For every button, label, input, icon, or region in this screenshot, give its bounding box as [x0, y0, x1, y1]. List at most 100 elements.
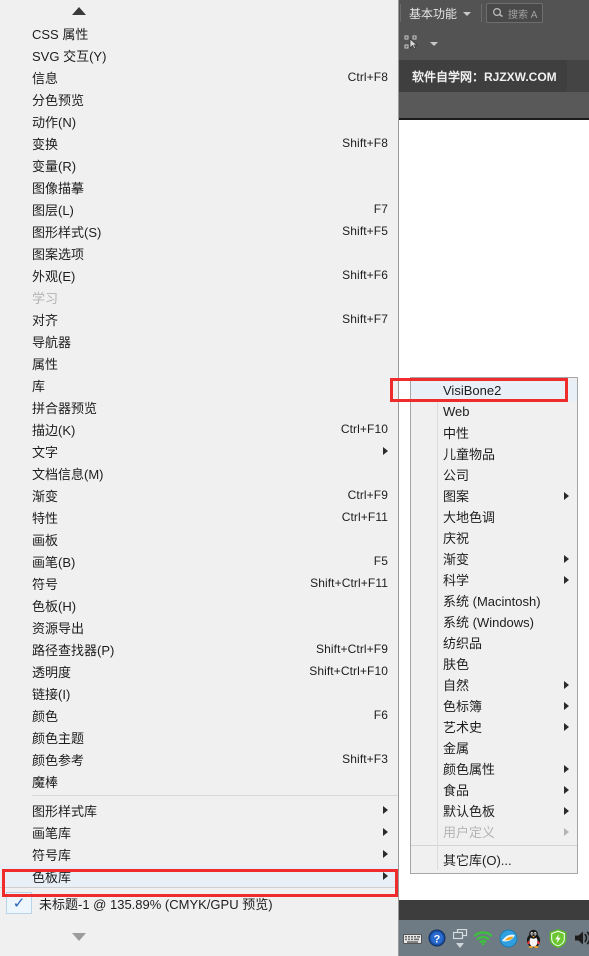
menu-item-shortcut: Ctrl+F8 [347, 70, 388, 84]
menu-item-transparency[interactable]: 透明度 Shift+Ctrl+F10 [0, 660, 398, 682]
submenu-item-patterns[interactable]: 图案 [411, 485, 577, 506]
menu-scroll-up-button[interactable] [0, 0, 398, 23]
submenu-item-system-windows[interactable]: 系统 (Windows) [411, 611, 577, 632]
search-input[interactable]: 搜索 A [486, 3, 544, 23]
submenu-item-foods[interactable]: 食品 [411, 779, 577, 800]
menu-item-stroke[interactable]: 描边(K) Ctrl+F10 [0, 418, 398, 440]
submenu-item-nature[interactable]: 自然 [411, 674, 577, 695]
menu-item-artboards[interactable]: 画板 [0, 528, 398, 550]
menu-item-svg-interactivity[interactable]: SVG 交互(Y) [0, 44, 398, 66]
submenu-item-label: 庆祝 [443, 531, 470, 546]
menu-item-appearance[interactable]: 外观(E) Shift+F6 [0, 264, 398, 286]
submenu-item-system-macintosh[interactable]: 系统 (Macintosh) [411, 590, 577, 611]
menu-item-pattern-options[interactable]: 图案选项 [0, 242, 398, 264]
submenu-item-color-properties[interactable]: 颜色属性 [411, 758, 577, 779]
submenu-item-metal[interactable]: 金属 [411, 737, 577, 758]
submenu-item-label: 渐变 [443, 552, 470, 567]
menu-item-separation-preview[interactable]: 分色预览 [0, 88, 398, 110]
submenu-item-gradients[interactable]: 渐变 [411, 548, 577, 569]
submenu-item-kids-stuff[interactable]: 儿童物品 [411, 443, 577, 464]
wifi-icon[interactable] [473, 927, 493, 949]
selection-tool-icon[interactable] [404, 35, 422, 51]
submenu-arrow-icon [564, 806, 569, 815]
menu-item-asset-export[interactable]: 资源导出 [0, 616, 398, 638]
menu-item-swatches[interactable]: 色板(H) [0, 594, 398, 616]
menu-item-graphic-styles[interactable]: 图形样式(S) Shift+F5 [0, 220, 398, 242]
menu-item-label: 图案选项 [32, 246, 85, 262]
menu-item-label: 对齐 [32, 312, 59, 328]
menu-item-pathfinder[interactable]: 路径查找器(P) Shift+Ctrl+F9 [0, 638, 398, 660]
document-tab[interactable]: 软件自学网：RJZXW.COM [398, 60, 567, 92]
document-tab-label: 软件自学网：RJZXW.COM [412, 69, 557, 84]
menu-item-brush-libraries[interactable]: 画笔库 [0, 821, 398, 843]
workspace-switcher[interactable]: 基本功能 [401, 0, 479, 26]
menu-item-links[interactable]: 链接(I) [0, 682, 398, 704]
submenu-item-label: 用户定义 [443, 825, 496, 840]
menu-item-label: 画笔(B) [32, 554, 76, 570]
menu-item-color[interactable]: 颜色 F6 [0, 704, 398, 726]
submenu-arrow-icon [383, 806, 388, 814]
chevron-down-icon[interactable] [430, 42, 438, 46]
submenu-item-label: 公司 [443, 468, 470, 483]
security-shield-icon[interactable] [548, 927, 568, 949]
menu-item-image-trace[interactable]: 图像描摹 [0, 176, 398, 198]
submenu-item-label: 肤色 [443, 657, 470, 672]
submenu-item-label: 儿童物品 [443, 447, 496, 462]
menu-item-flattener-preview[interactable]: 拼合器预览 [0, 396, 398, 418]
submenu-arrow-icon [564, 764, 569, 773]
menu-item-label: 变量(R) [32, 158, 77, 174]
submenu-arrow-icon [383, 828, 388, 836]
menu-item-symbol-libraries[interactable]: 符号库 [0, 843, 398, 865]
submenu-arrow-icon [383, 872, 388, 880]
qq-penguin-icon[interactable] [523, 927, 543, 949]
submenu-item-art-history[interactable]: 艺术史 [411, 716, 577, 737]
menu-scroll-down-button[interactable] [0, 926, 398, 948]
menu-item-color-themes[interactable]: 颜色主题 [0, 726, 398, 748]
menu-item-open-document[interactable]: ✓ 未标题-1 @ 135.89% (CMYK/GPU 预览) [0, 888, 398, 918]
menu-item-shortcut: Ctrl+F9 [347, 488, 388, 502]
menu-item-color-guide[interactable]: 颜色参考 Shift+F3 [0, 748, 398, 770]
submenu-item-default-swatches[interactable]: 默认色板 [411, 800, 577, 821]
menu-item-document-info[interactable]: 文档信息(M) [0, 462, 398, 484]
submenu-item-web[interactable]: Web [411, 401, 577, 422]
menu-item-info[interactable]: 信息 Ctrl+F8 [0, 66, 398, 88]
menu-item-transform[interactable]: 变换 Shift+F8 [0, 132, 398, 154]
submenu-item-other-library[interactable]: 其它库(O)... [411, 849, 577, 870]
menu-item-gradient[interactable]: 渐变 Ctrl+F9 [0, 484, 398, 506]
help-question-icon[interactable]: ? [427, 927, 447, 949]
menu-item-actions[interactable]: 动作(N) [0, 110, 398, 132]
menu-item-attributes[interactable]: 属性 [0, 352, 398, 374]
menu-item-graphic-style-libraries[interactable]: 图形样式库 [0, 799, 398, 821]
submenu-item-visibone2[interactable]: VisiBone2 [411, 380, 577, 401]
submenu-item-corporate[interactable]: 公司 [411, 464, 577, 485]
menu-item-css-properties[interactable]: CSS 属性 [0, 22, 398, 44]
submenu-item-textiles[interactable]: 纺织品 [411, 632, 577, 653]
menu-item-navigator[interactable]: 导航器 [0, 330, 398, 352]
keyboard-icon[interactable] [402, 927, 422, 949]
menu-item-align[interactable]: 对齐 Shift+F7 [0, 308, 398, 330]
submenu-item-earthtone[interactable]: 大地色调 [411, 506, 577, 527]
submenu-item-scientific[interactable]: 科学 [411, 569, 577, 590]
menu-item-layers[interactable]: 图层(L) F7 [0, 198, 398, 220]
menu-item-swatch-libraries[interactable]: 色板库 [0, 865, 398, 887]
menu-item-libraries[interactable]: 库 [0, 374, 398, 396]
menu-item-properties[interactable]: 特性 Ctrl+F11 [0, 506, 398, 528]
submenu-item-label: 纺织品 [443, 636, 483, 651]
menu-item-symbols[interactable]: 符号 Shift+Ctrl+F11 [0, 572, 398, 594]
volume-speaker-icon[interactable] [573, 927, 589, 949]
submenu-item-color-books[interactable]: 色标簿 [411, 695, 577, 716]
menu-item-variables[interactable]: 变量(R) [0, 154, 398, 176]
submenu-item-skintones[interactable]: 肤色 [411, 653, 577, 674]
menu-item-label: 色板(H) [32, 598, 77, 614]
menu-item-label: 变换 [32, 136, 59, 152]
system-tray: ? [398, 920, 589, 956]
menu-item-type[interactable]: 文字 [0, 440, 398, 462]
submenu-item-celebration[interactable]: 庆祝 [411, 527, 577, 548]
menu-item-shortcut: Shift+F7 [342, 312, 388, 326]
submenu-item-neutral[interactable]: 中性 [411, 422, 577, 443]
browser-icon[interactable] [498, 927, 518, 949]
menu-item-brushes[interactable]: 画笔(B) F5 [0, 550, 398, 572]
menu-item-magic-wand[interactable]: 魔棒 [0, 770, 398, 792]
show-hidden-icons-icon[interactable] [452, 928, 468, 948]
menu-item-label: 学习 [32, 290, 59, 306]
